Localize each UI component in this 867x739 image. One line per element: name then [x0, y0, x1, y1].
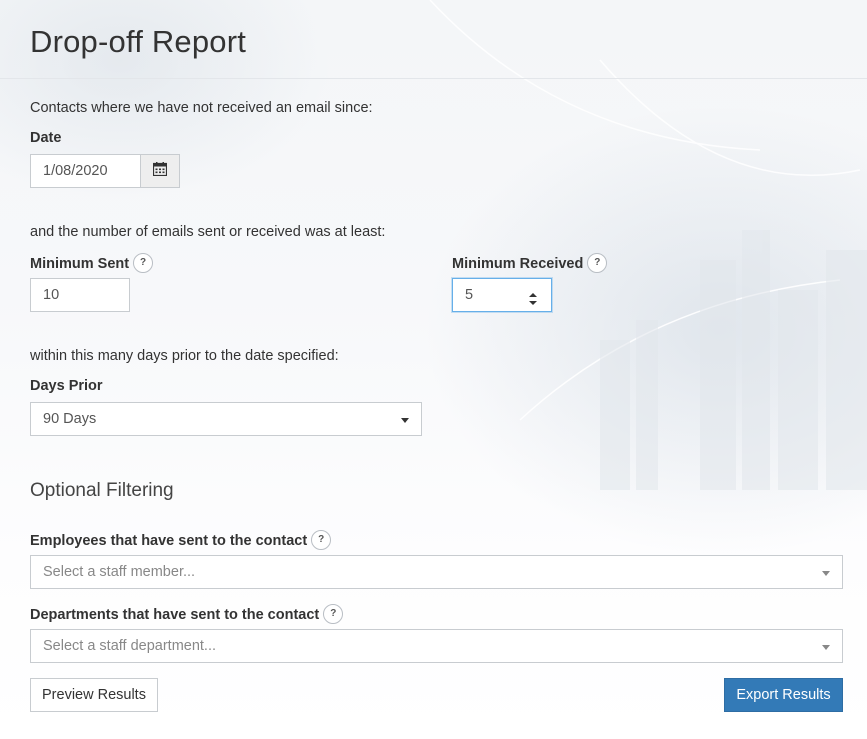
- departments-placeholder: Select a staff department...: [43, 638, 217, 654]
- minimum-received-label: Minimum Received?: [452, 253, 608, 274]
- preview-results-button[interactable]: Preview Results: [30, 678, 158, 712]
- departments-help-icon[interactable]: ?: [323, 604, 344, 624]
- employees-placeholder: Select a staff member...: [43, 564, 196, 580]
- departments-select[interactable]: Select a staff department...: [30, 629, 843, 663]
- date-intro-text: Contacts where we have not received an e…: [30, 100, 373, 116]
- minimum-received-help-icon[interactable]: ?: [587, 253, 608, 273]
- caret-down-icon: [401, 418, 409, 423]
- departments-label-text: Departments that have sent to the contac…: [30, 606, 320, 623]
- days-prior-select[interactable]: 90 Days: [30, 402, 422, 436]
- minimum-sent-label-text: Minimum Sent: [30, 255, 130, 272]
- spinner-arrows-icon[interactable]: [527, 287, 539, 305]
- employees-label: Employees that have sent to the contact?: [30, 530, 332, 551]
- date-label: Date: [30, 130, 62, 146]
- minimum-sent-help-icon[interactable]: ?: [133, 253, 154, 273]
- optional-filtering-heading: Optional Filtering: [30, 480, 174, 501]
- caret-down-icon: [822, 645, 830, 650]
- minimum-sent-label: Minimum Sent?: [30, 253, 154, 274]
- days-prior-label: Days Prior: [30, 378, 103, 394]
- days-prior-intro-text: within this many days prior to the date …: [30, 348, 339, 364]
- caret-down-icon: [822, 571, 830, 576]
- page-title: Drop-off Report: [30, 24, 247, 59]
- minimum-received-input[interactable]: 5: [452, 278, 552, 312]
- minimum-received-value: 5: [465, 287, 474, 303]
- employees-help-icon[interactable]: ?: [311, 530, 332, 550]
- days-prior-selected-value: 90 Days: [43, 411, 97, 427]
- departments-label: Departments that have sent to the contac…: [30, 604, 344, 625]
- date-input[interactable]: 1/08/2020: [30, 154, 141, 188]
- minimum-received-label-text: Minimum Received: [452, 255, 584, 272]
- date-picker-button[interactable]: [140, 154, 180, 188]
- page-header: Drop-off Report: [0, 0, 867, 79]
- employees-select[interactable]: Select a staff member...: [30, 555, 843, 589]
- minimum-sent-input[interactable]: 10: [30, 278, 130, 312]
- calendar-icon: [152, 161, 168, 181]
- export-results-button[interactable]: Export Results: [724, 678, 843, 712]
- employees-label-text: Employees that have sent to the contact: [30, 532, 308, 549]
- minimums-intro-text: and the number of emails sent or receive…: [30, 224, 386, 240]
